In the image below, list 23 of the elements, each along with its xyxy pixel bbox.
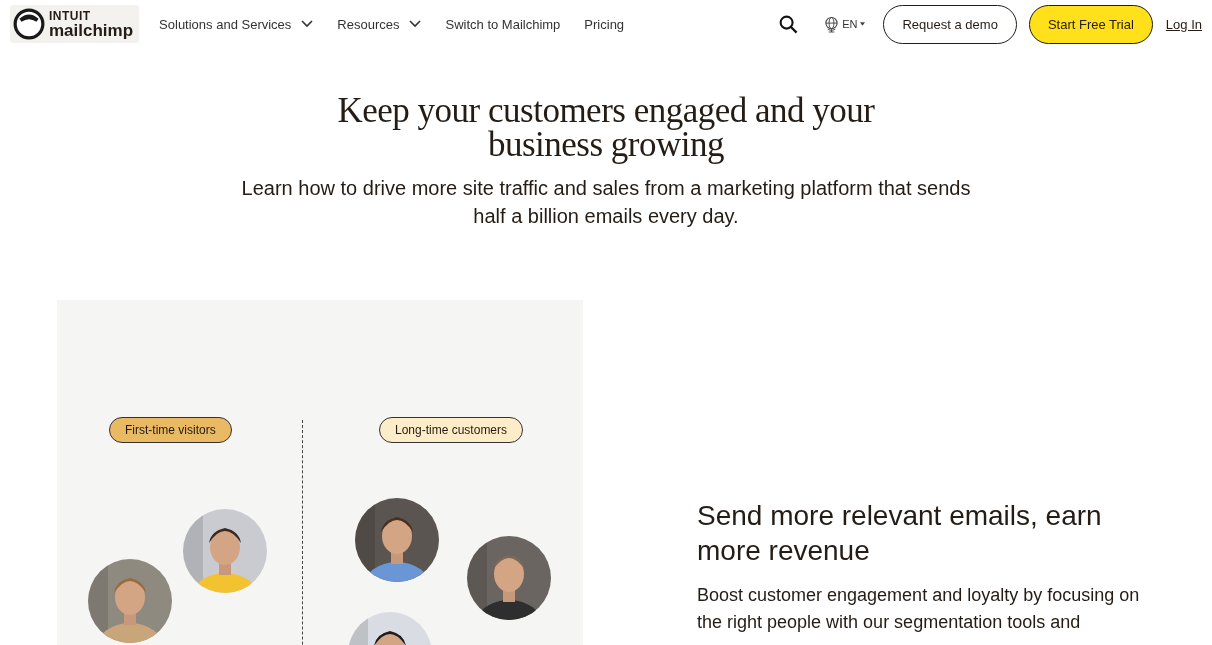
hero-title: Keep your customers engaged and your business growing	[336, 94, 876, 162]
language-selector[interactable]: EN	[824, 15, 866, 33]
chevron-down-icon	[301, 20, 314, 28]
nav-link[interactable]: Pricing	[584, 16, 625, 32]
nav-link[interactable]: Solutions and Services	[159, 16, 314, 32]
start-trial-button[interactable]: Start Free Trial	[1028, 4, 1153, 44]
feature-title: Send more relevant emails, earn more revenue	[697, 499, 1103, 568]
segment-tag: First-time visitors	[109, 417, 232, 443]
logo[interactable]: INTUIT mailchimp	[10, 5, 140, 43]
hero-subtitle: Learn how to drive more site traffic and sales from a marketing platform that sends half a billion emails every day.	[240, 176, 972, 229]
chevron-down-icon	[409, 20, 422, 28]
request-demo-button[interactable]: Request a demo	[883, 4, 1017, 44]
segment-tag: Long-time customers	[379, 417, 524, 443]
nav-link[interactable]: Switch to Mailchimp	[445, 16, 561, 32]
nav-link[interactable]: Resources	[337, 16, 422, 32]
search-icon[interactable]	[779, 14, 799, 34]
caret-icon	[860, 22, 866, 26]
feature-description: Boost customer engagement and loyalty by focusing on the right people with our segmentation tools and	[697, 584, 1141, 634]
globe-icon	[824, 15, 840, 33]
login-link[interactable]: Log In	[1165, 16, 1202, 32]
logo-top-text: INTUIT	[49, 9, 92, 22]
logo-wordmark: mailchimp	[49, 21, 134, 39]
logo-icon	[13, 8, 45, 40]
